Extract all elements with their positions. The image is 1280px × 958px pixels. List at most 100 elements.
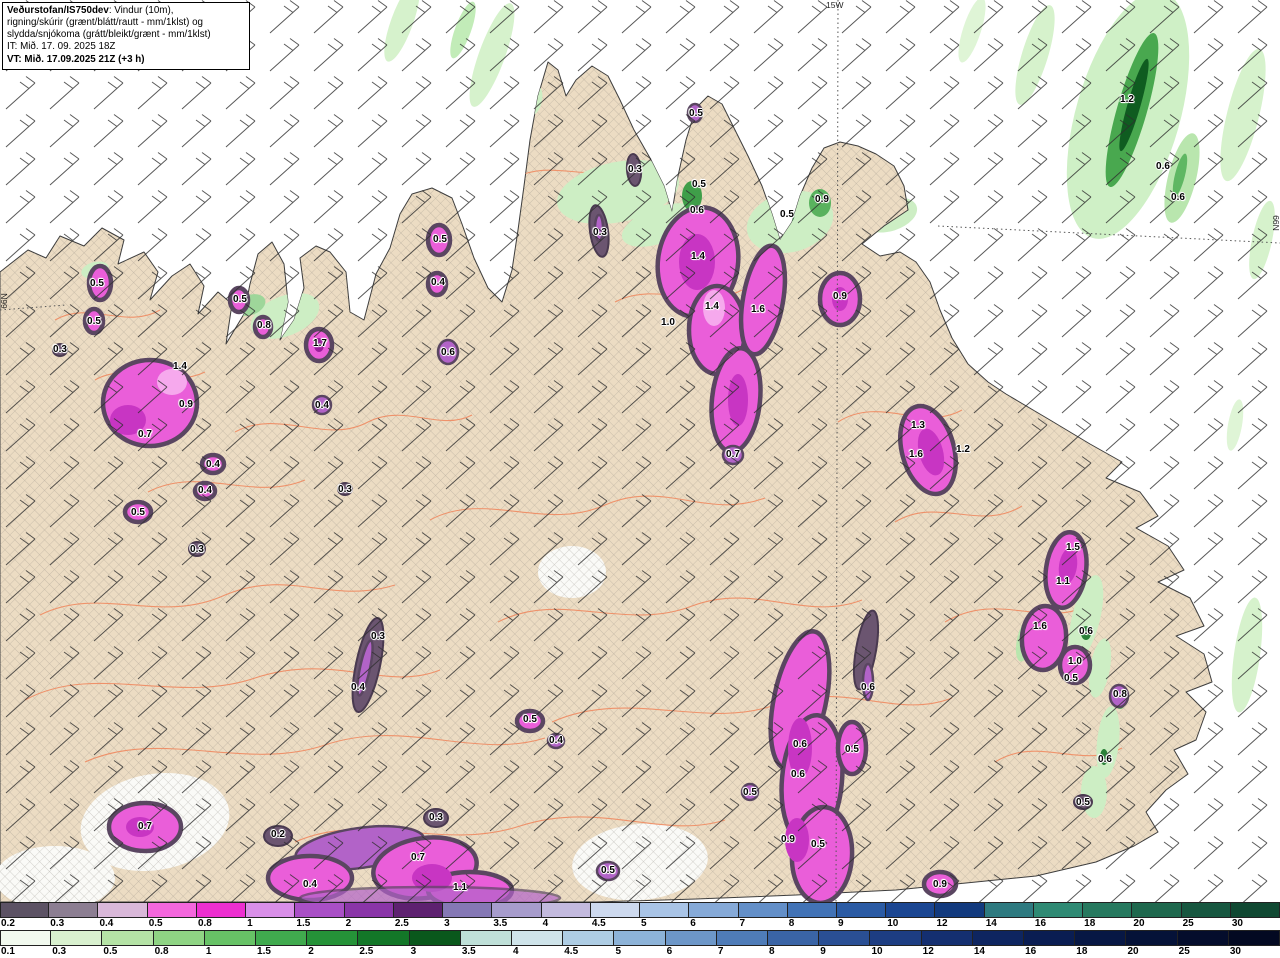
colorbar-swatch (689, 902, 739, 918)
colorbar-swatch (358, 930, 410, 946)
colorbar-tick-label: 4.5 (591, 918, 606, 929)
colorbar-rain: 0.2 0.3 0.4 0.5 0.8 1 1.5 2 2.5 3 3.5 4 4.5 5 6 7 8 9 10 12… (0, 902, 1280, 930)
colorbar-swatch (590, 902, 641, 918)
colorbar-rain-cell: 0.3 (49, 902, 99, 930)
colorbar-snow-cell: 0.1 (0, 930, 52, 958)
colorbar-swatch (460, 930, 513, 946)
colorbar-tick-label: 1 (205, 946, 212, 957)
colorbar-rain-cell: 8 (787, 902, 837, 930)
colorbar-swatch (972, 930, 1025, 946)
colorbar-tick-label: 3 (410, 946, 417, 957)
weather-map-svg (0, 0, 1280, 902)
colorbar-swatch (51, 930, 103, 946)
colorbar-swatch (153, 930, 205, 946)
colorbar-swatch (819, 930, 871, 946)
title-line-1-rest: : Vindur (10m), (108, 5, 174, 16)
colorbar-snow-cell: 10 (870, 930, 922, 958)
colorbar-snow-cell: 1.5 (256, 930, 308, 958)
colorbar-rain-cell: 6 (689, 902, 739, 930)
colorbar-tick-label: 0.2 (1, 918, 15, 929)
colorbar-snow-cell: 12 (921, 930, 973, 958)
colorbar-swatch (935, 902, 985, 918)
colorbar-snow-cell: 7 (716, 930, 769, 958)
colorbar-swatch (443, 902, 493, 918)
colorbar-tick-label: 9 (837, 918, 844, 929)
colorbar-snow-cell: 1 (204, 930, 257, 958)
colorbar-snow-cell: 18 (1075, 930, 1127, 958)
colorbar-tick-label: 10 (887, 918, 899, 929)
colorbar-tick-label: 0.1 (1, 946, 15, 957)
colorbar-swatch (836, 902, 887, 918)
colorbar-swatch (102, 930, 154, 946)
colorbar-swatch (1033, 902, 1084, 918)
colorbar-rain-cell: 25 (1181, 902, 1231, 930)
colorbar-swatch (0, 930, 52, 946)
colorbar-swatch (984, 902, 1034, 918)
title-line-4: IT: Mið. 17. 09. 2025 18Z (7, 41, 116, 53)
colorbar-rain-cell: 2.5 (393, 902, 444, 930)
title-line-3: slydda/snjókoma (grátt/bleikt/grænt - mm… (7, 29, 211, 41)
colorbar-swatch (1024, 930, 1076, 946)
colorbar-swatch (921, 930, 973, 946)
colorbar-rain-cell: 12 (935, 902, 985, 930)
colorbar-tick-label: 6 (690, 918, 696, 929)
colorbar-tick-label: 8 (769, 946, 775, 957)
latitude-label-right: 66N (1271, 215, 1280, 231)
colorbar-tick-label: 5 (641, 918, 647, 929)
colorbar-swatch (870, 930, 922, 946)
wind-barbs-overlay (0, 0, 1280, 902)
colorbar-snow-cell: 9 (819, 930, 871, 958)
colorbar-tick-label: 2.5 (394, 918, 409, 929)
colorbar-tick-label: 30 (1229, 946, 1241, 957)
colorbar-tick-label: 8 (788, 918, 795, 929)
map-canvas: 0.5 0.5 0.3 1.4 0.9 0.7 0.4 0.4 0.5 0.3 0.5 0.8 1.7 0… (0, 0, 1280, 902)
colorbar-rain-cell: 2 (344, 902, 394, 930)
title-box: Veðurstofan/IS750dev: Vindur (10m), rign… (2, 2, 250, 70)
colorbar-snow-cell: 16 (1024, 930, 1076, 958)
colorbar-rain-cell: 16 (1033, 902, 1084, 930)
colorbar-tick-label: 1.5 (257, 946, 271, 957)
colorbar-swatch (541, 902, 591, 918)
colorbar-swatch (886, 902, 936, 918)
colorbar-snow-cell: 0.5 (102, 930, 154, 958)
colorbar-swatch (1083, 902, 1133, 918)
colorbar-tick-label: 4.5 (564, 946, 579, 957)
colorbar-rain-cell: 1 (246, 902, 296, 930)
colorbar-tick-label: 20 (1127, 946, 1139, 957)
colorbar-snow: 0.1 0.3 0.5 0.8 1 1.5 2 2.5 3 3.5 4 4.5 5 6 7 8 9 10 12 14 1… (0, 930, 1280, 958)
colorbar-tick-label: 16 (1025, 946, 1037, 957)
colorbar-snow-cell: 2 (307, 930, 359, 958)
title-line-2: rigning/skúrir (grænt/blátt/rautt - mm/1… (7, 17, 203, 29)
colorbar-swatch (0, 902, 50, 918)
colorbar-swatch (768, 930, 820, 946)
colorbar-rain-cell: 18 (1083, 902, 1133, 930)
colorbar-tick-label: 9 (820, 946, 826, 957)
colorbar-rain-cell: 30 (1230, 902, 1280, 930)
colorbar-rain-cell: 5 (640, 902, 690, 930)
colorbar-tick-label: 18 (1076, 946, 1088, 957)
colorbar-tick-label: 0.3 (50, 918, 65, 929)
colorbar-swatch (204, 930, 257, 946)
colorbar-rain-cell: 7 (738, 902, 788, 930)
colorbar-tick-label: 18 (1084, 918, 1096, 929)
colorbar-snow-cell: 14 (972, 930, 1025, 958)
colorbar-swatch (256, 930, 308, 946)
colorbar-snow-cell: 6 (665, 930, 717, 958)
colorbar-swatch (246, 902, 296, 918)
colorbar-tick-label: 3 (444, 918, 450, 929)
colorbar-tick-label: 12 (922, 946, 934, 957)
colorbar-rain-cell: 1.5 (295, 902, 345, 930)
colorbar-snow-cell: 3.5 (460, 930, 513, 958)
colorbar-swatch (787, 902, 837, 918)
colorbar-rain-cell: 0.2 (0, 902, 50, 930)
colorbar-snow-cell: 5 (614, 930, 666, 958)
colorbar-swatch (147, 902, 197, 918)
colorbar-rain-cell: 9 (836, 902, 887, 930)
colorbar-rain-cell: 0.8 (196, 902, 247, 930)
colorbar-swatch (716, 930, 769, 946)
colorbar-rain-cell: 10 (886, 902, 936, 930)
colorbar-swatch (307, 930, 359, 946)
colorbar-swatch (1230, 902, 1280, 918)
colorbar-swatch (393, 902, 444, 918)
colorbar-tick-label: 0.3 (52, 946, 67, 957)
